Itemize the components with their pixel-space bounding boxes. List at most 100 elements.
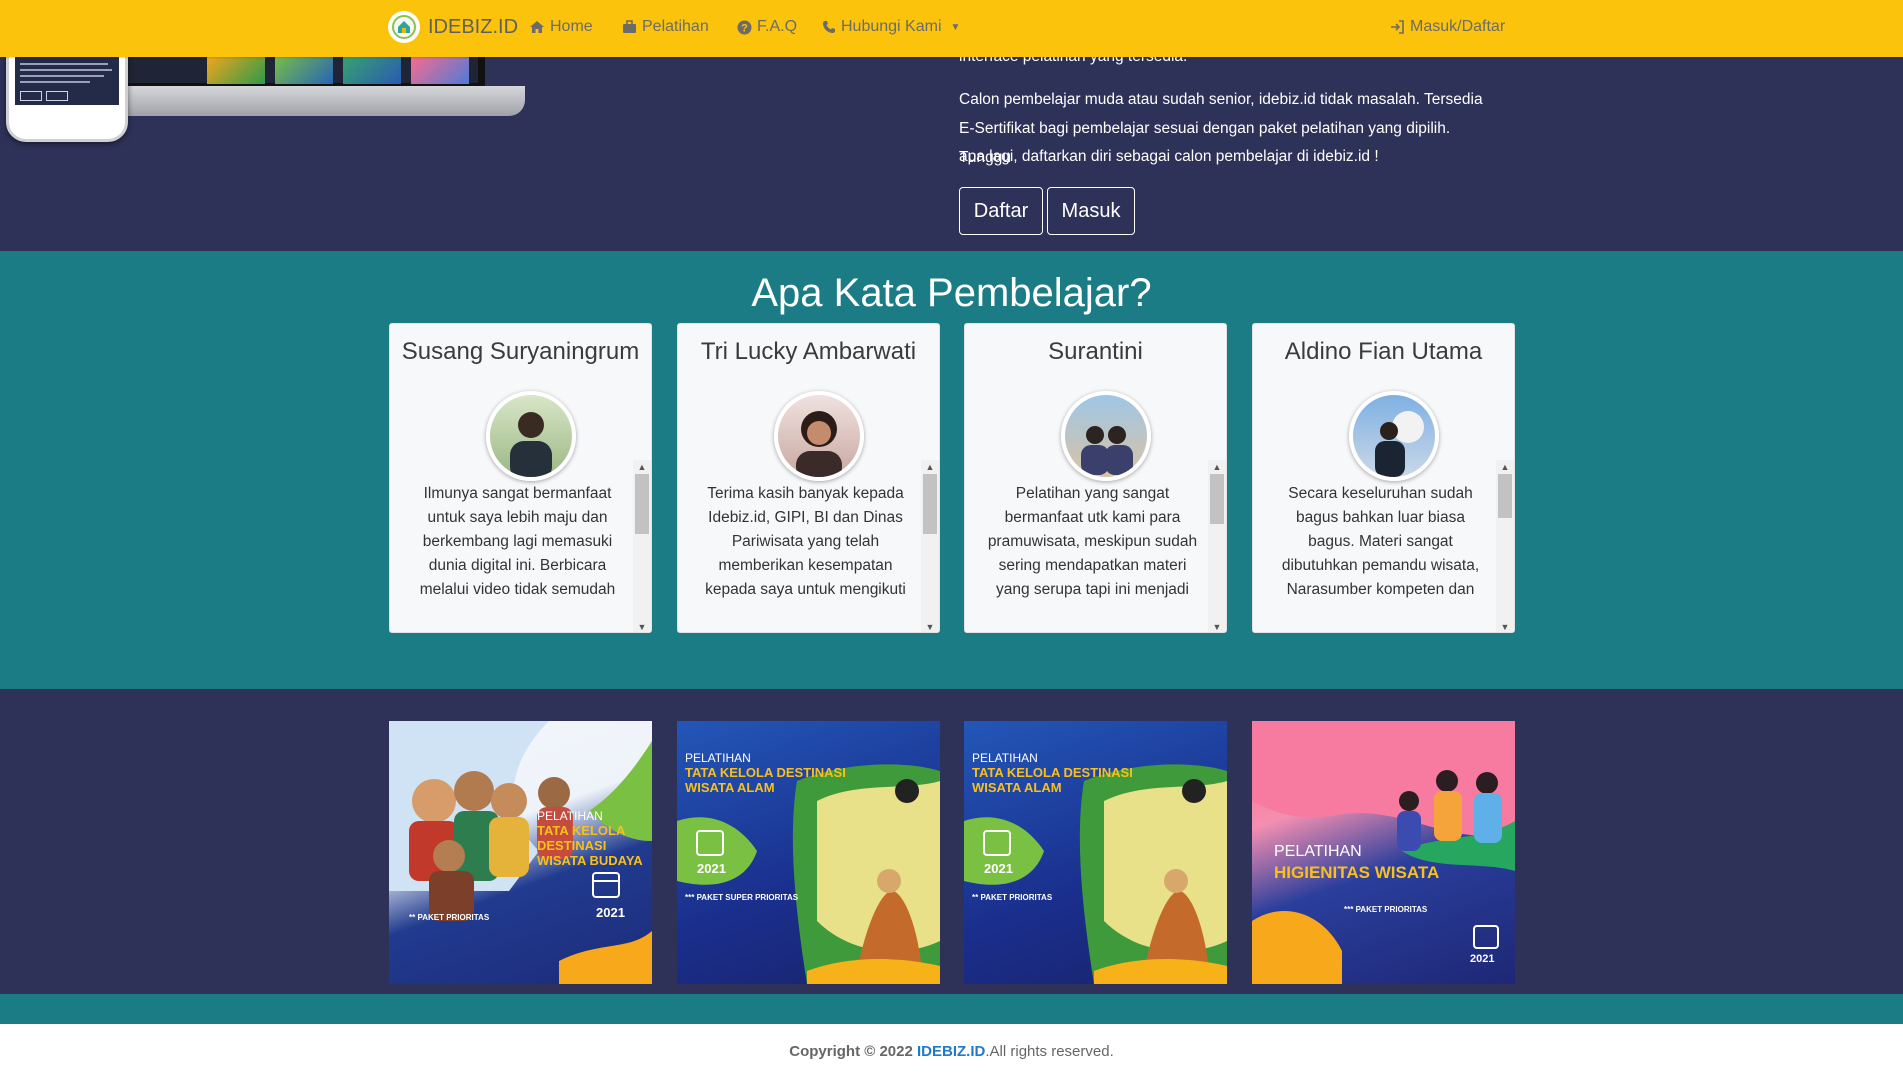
scroll-thumb[interactable] [635,474,649,534]
phone-daftar-button [20,91,42,101]
nav-hubungi-dropdown[interactable]: Hubungi Kami ▼ [822,18,960,36]
nav-login[interactable]: Masuk/Daftar [1390,18,1505,36]
phone-text-line [20,63,108,65]
nav-pelatihan-label: Pelatihan [642,18,709,35]
poster-title-line: TATA KELOLA DESTINASI [972,765,1133,780]
phone-icon [823,21,835,33]
testimonial-name: Tri Lucky Ambarwati [700,338,917,365]
testimonial-scrollbar[interactable]: ▲ ▼ [1208,460,1226,632]
testimonial-card: Aldino Fian Utama Secara keseluruhan sud… [1252,323,1515,633]
scroll-up-icon[interactable]: ▲ [633,460,651,474]
poster-title-line: HIGIENITAS WISATA [1274,863,1440,882]
testimonials-section: Apa Kata Pembelajar? Susang Suryaningrum… [0,251,1903,689]
poster-title-line: TATA KELOLA [537,823,626,838]
scroll-thumb[interactable] [1498,474,1512,518]
hero-paragraph-line-3: apa lagi, daftarkan diri sebagai calon p… [959,148,1379,165]
testimonial-scrollbar[interactable]: ▲ ▼ [921,460,939,632]
training-section: PELATIHAN TATA KELOLA DESTINASI WISATA B… [0,689,1903,1023]
training-poster[interactable]: PELATIHAN TATA KELOLA DESTINASI WISATA A… [677,721,940,984]
laptop-base [100,86,525,116]
testimonial-body: Ilmunya sangat bermanfaat untuk saya leb… [390,460,635,632]
testimonial-name: Aldino Fian Utama [1284,338,1483,365]
nav-faq[interactable]: ? F.A.Q [737,18,797,36]
footer-rights: .All rights reserved. [985,1043,1114,1060]
poster-package: ** PAKET PRIORITAS [972,893,1053,902]
poster-label: PELATIHAN [537,809,603,823]
laptop-thumb-1 [207,54,265,84]
svg-text:?: ? [741,22,748,34]
testimonial-card: Tri Lucky Ambarwati Terima kasih banyak … [677,323,940,633]
phone-text-line [20,75,104,77]
laptop-thumb-3 [343,54,401,84]
nav-home-label: Home [550,18,593,35]
phone-text-line [20,69,112,71]
poster-year: 2021 [1470,953,1495,965]
testimonial-text: Pelatihan yang sangat bermanfaat utk kam… [987,485,1198,598]
poster-package: *** PAKET SUPER PRIORITAS [685,893,799,902]
brand-text: IDEBIZ.ID [428,15,519,38]
poster-label: PELATIHAN [685,751,751,765]
nav-hubungi-label: Hubungi Kami [841,18,942,35]
training-poster[interactable]: PELATIHAN TATA KELOLA DESTINASI WISATA B… [389,721,652,984]
testimonial-scrollbar[interactable]: ▲ ▼ [633,460,651,632]
poster-title-line: WISATA ALAM [972,780,1062,795]
brand-link[interactable]: IDEBIZ.ID [388,11,518,43]
phone-masuk-button [46,91,68,101]
poster-year: 2021 [596,905,625,920]
testimonial-text: Secara keseluruhan sudah bagus bahkan lu… [1281,485,1480,598]
nav-login-label: Masuk/Daftar [1410,18,1506,35]
testimonial-body: Secara keseluruhan sudah bagus bahkan lu… [1253,460,1498,632]
footer-brand-link[interactable]: IDEBIZ.ID [917,1043,985,1060]
poster-year: 2021 [984,861,1013,876]
testimonials-title: Apa Kata Pembelajar? [751,271,1152,315]
scroll-down-icon[interactable]: ▼ [633,620,651,632]
logo-house-icon [392,15,416,39]
scroll-down-icon[interactable]: ▼ [921,620,939,632]
poster-package: *** PAKET PRIORITAS [1344,905,1428,914]
poster-label: PELATIHAN [1274,843,1362,860]
training-poster[interactable]: PELATIHAN HIGIENITAS WISATA 2021 *** PAK… [1252,721,1515,984]
scroll-thumb[interactable] [1210,474,1224,524]
phone-text-line [20,81,90,83]
scroll-up-icon[interactable]: ▲ [1496,460,1514,474]
poster-year: 2021 [697,861,726,876]
caret-down-icon: ▼ [950,21,961,33]
footer-copyright: Copyright © 2022 [789,1043,913,1060]
nav-home[interactable]: Home [529,18,593,36]
testimonial-scrollbar[interactable]: ▲ ▼ [1496,460,1514,632]
laptop-thumb-4 [411,54,469,84]
laptop-thumb-2 [275,54,333,84]
testimonial-body: Terima kasih banyak kepada Idebiz.id, GI… [678,460,923,632]
briefcase-icon [623,20,636,33]
scroll-thumb[interactable] [923,474,937,534]
training-poster[interactable]: PELATIHAN TATA KELOLA DESTINASI WISATA A… [964,721,1227,984]
scroll-down-icon[interactable]: ▼ [1208,620,1226,632]
footer: Copyright © 2022 IDEBIZ.ID.All rights re… [0,1024,1903,1080]
masuk-button[interactable]: Masuk [1047,187,1135,235]
scroll-up-icon[interactable]: ▲ [921,460,939,474]
testimonial-text: Ilmunya sangat bermanfaat untuk saya leb… [419,485,616,598]
daftar-button[interactable]: Daftar [959,187,1043,235]
navbar: IDEBIZ.ID Home Pelatihan ? F.A.Q Hubungi… [0,0,1903,57]
poster-title-line: TATA KELOLA DESTINASI [685,765,846,780]
poster-label: PELATIHAN [972,751,1038,765]
sign-in-icon [1391,20,1404,34]
hero-paragraph-line-1: Calon pembelajar muda atau sudah senior,… [959,91,1483,108]
testimonial-body: Pelatihan yang sangat bermanfaat utk kam… [965,460,1210,632]
scroll-up-icon[interactable]: ▲ [1208,460,1226,474]
scroll-down-icon[interactable]: ▼ [1496,620,1514,632]
testimonial-name: Surantini [1048,338,1143,365]
testimonial-name: Susang Suryaningrum [401,338,640,365]
nav-pelatihan[interactable]: Pelatihan [622,18,709,36]
home-icon [530,21,544,33]
testimonial-card: Susang Suryaningrum Ilmunya sangat berma… [389,323,652,633]
brand-logo-icon [388,11,420,43]
nav-faq-label: F.A.Q [757,18,798,35]
testimonial-text: Terima kasih banyak kepada Idebiz.id, GI… [705,485,906,598]
footer-band [0,994,1903,1024]
testimonial-card: Surantini Pelatihan yang sangat bermanfa… [964,323,1227,633]
poster-package: ** PAKET PRIORITAS [409,913,490,922]
question-circle-icon: ? [737,20,752,34]
poster-title-line: WISATA ALAM [685,780,775,795]
poster-title-line: DESTINASI [537,838,607,853]
